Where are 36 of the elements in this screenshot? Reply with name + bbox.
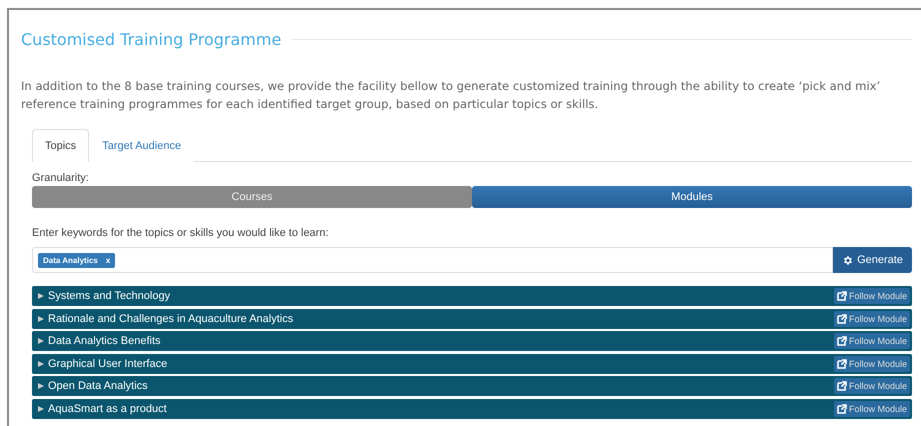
follow-module-button[interactable]: Follow Module	[834, 400, 910, 416]
external-link-icon	[836, 404, 847, 414]
module-row[interactable]: AquaSmart as a product Follow Module	[32, 398, 912, 418]
tab[interactable]: Topics	[32, 129, 90, 162]
module-row[interactable]: Graphical User Interface Follow Module	[32, 354, 912, 374]
module-title: Data Analytics Benefits	[48, 335, 162, 347]
module-row[interactable]: Open Data Analytics Follow Module	[32, 376, 912, 396]
keywords-label: Enter keywords for the topics or skills you would like to learn:	[32, 227, 330, 239]
tag-remove[interactable]: x	[106, 256, 110, 264]
granularity-option[interactable]: Modules	[472, 186, 912, 208]
generate-button[interactable]: Generate	[833, 247, 912, 273]
tag-label: Data Analytics	[43, 256, 98, 264]
follow-module-button[interactable]: Follow Module	[834, 310, 910, 326]
gear-icon	[842, 254, 854, 266]
intro-paragraph: In addition to the 8 base training courses, we provide the facility bellow to generate customized training through the ability to create ‘pick and mix’ reference training programmes for each identified target group, based on particular topics or skills.	[21, 78, 882, 113]
module-row[interactable]: Systems and Technology Follow Module	[32, 286, 912, 306]
section-title: Customised Training Programme	[21, 30, 282, 49]
follow-module-button[interactable]: Follow Module	[834, 356, 910, 372]
keywords-field[interactable]: Data Analytics x	[32, 247, 833, 273]
follow-module-button[interactable]: Follow Module	[834, 378, 910, 394]
follow-module-button[interactable]: Follow Module	[834, 288, 910, 304]
module-title: Rationale and Challenges in Aquaculture Analytics	[48, 312, 294, 324]
module-row[interactable]: Rationale and Challenges in Aquaculture Analytics Follow Module	[32, 308, 912, 328]
external-link-icon	[836, 358, 847, 368]
external-link-icon	[836, 336, 847, 346]
module-title: Open Data Analytics	[48, 380, 149, 392]
external-link-icon	[836, 291, 847, 301]
module-title: Systems and Technology	[48, 290, 172, 302]
external-link-icon	[836, 314, 847, 324]
external-link-icon	[836, 381, 847, 391]
granularity-option[interactable]: Courses	[32, 186, 472, 208]
module-title: AquaSmart as a product	[48, 402, 168, 414]
module-row[interactable]: Data Analytics Benefits Follow Module	[32, 331, 912, 351]
module-title: Graphical User Interface	[48, 358, 168, 370]
granularity-label: Granularity:	[32, 172, 90, 184]
follow-module-button[interactable]: Follow Module	[834, 333, 910, 349]
